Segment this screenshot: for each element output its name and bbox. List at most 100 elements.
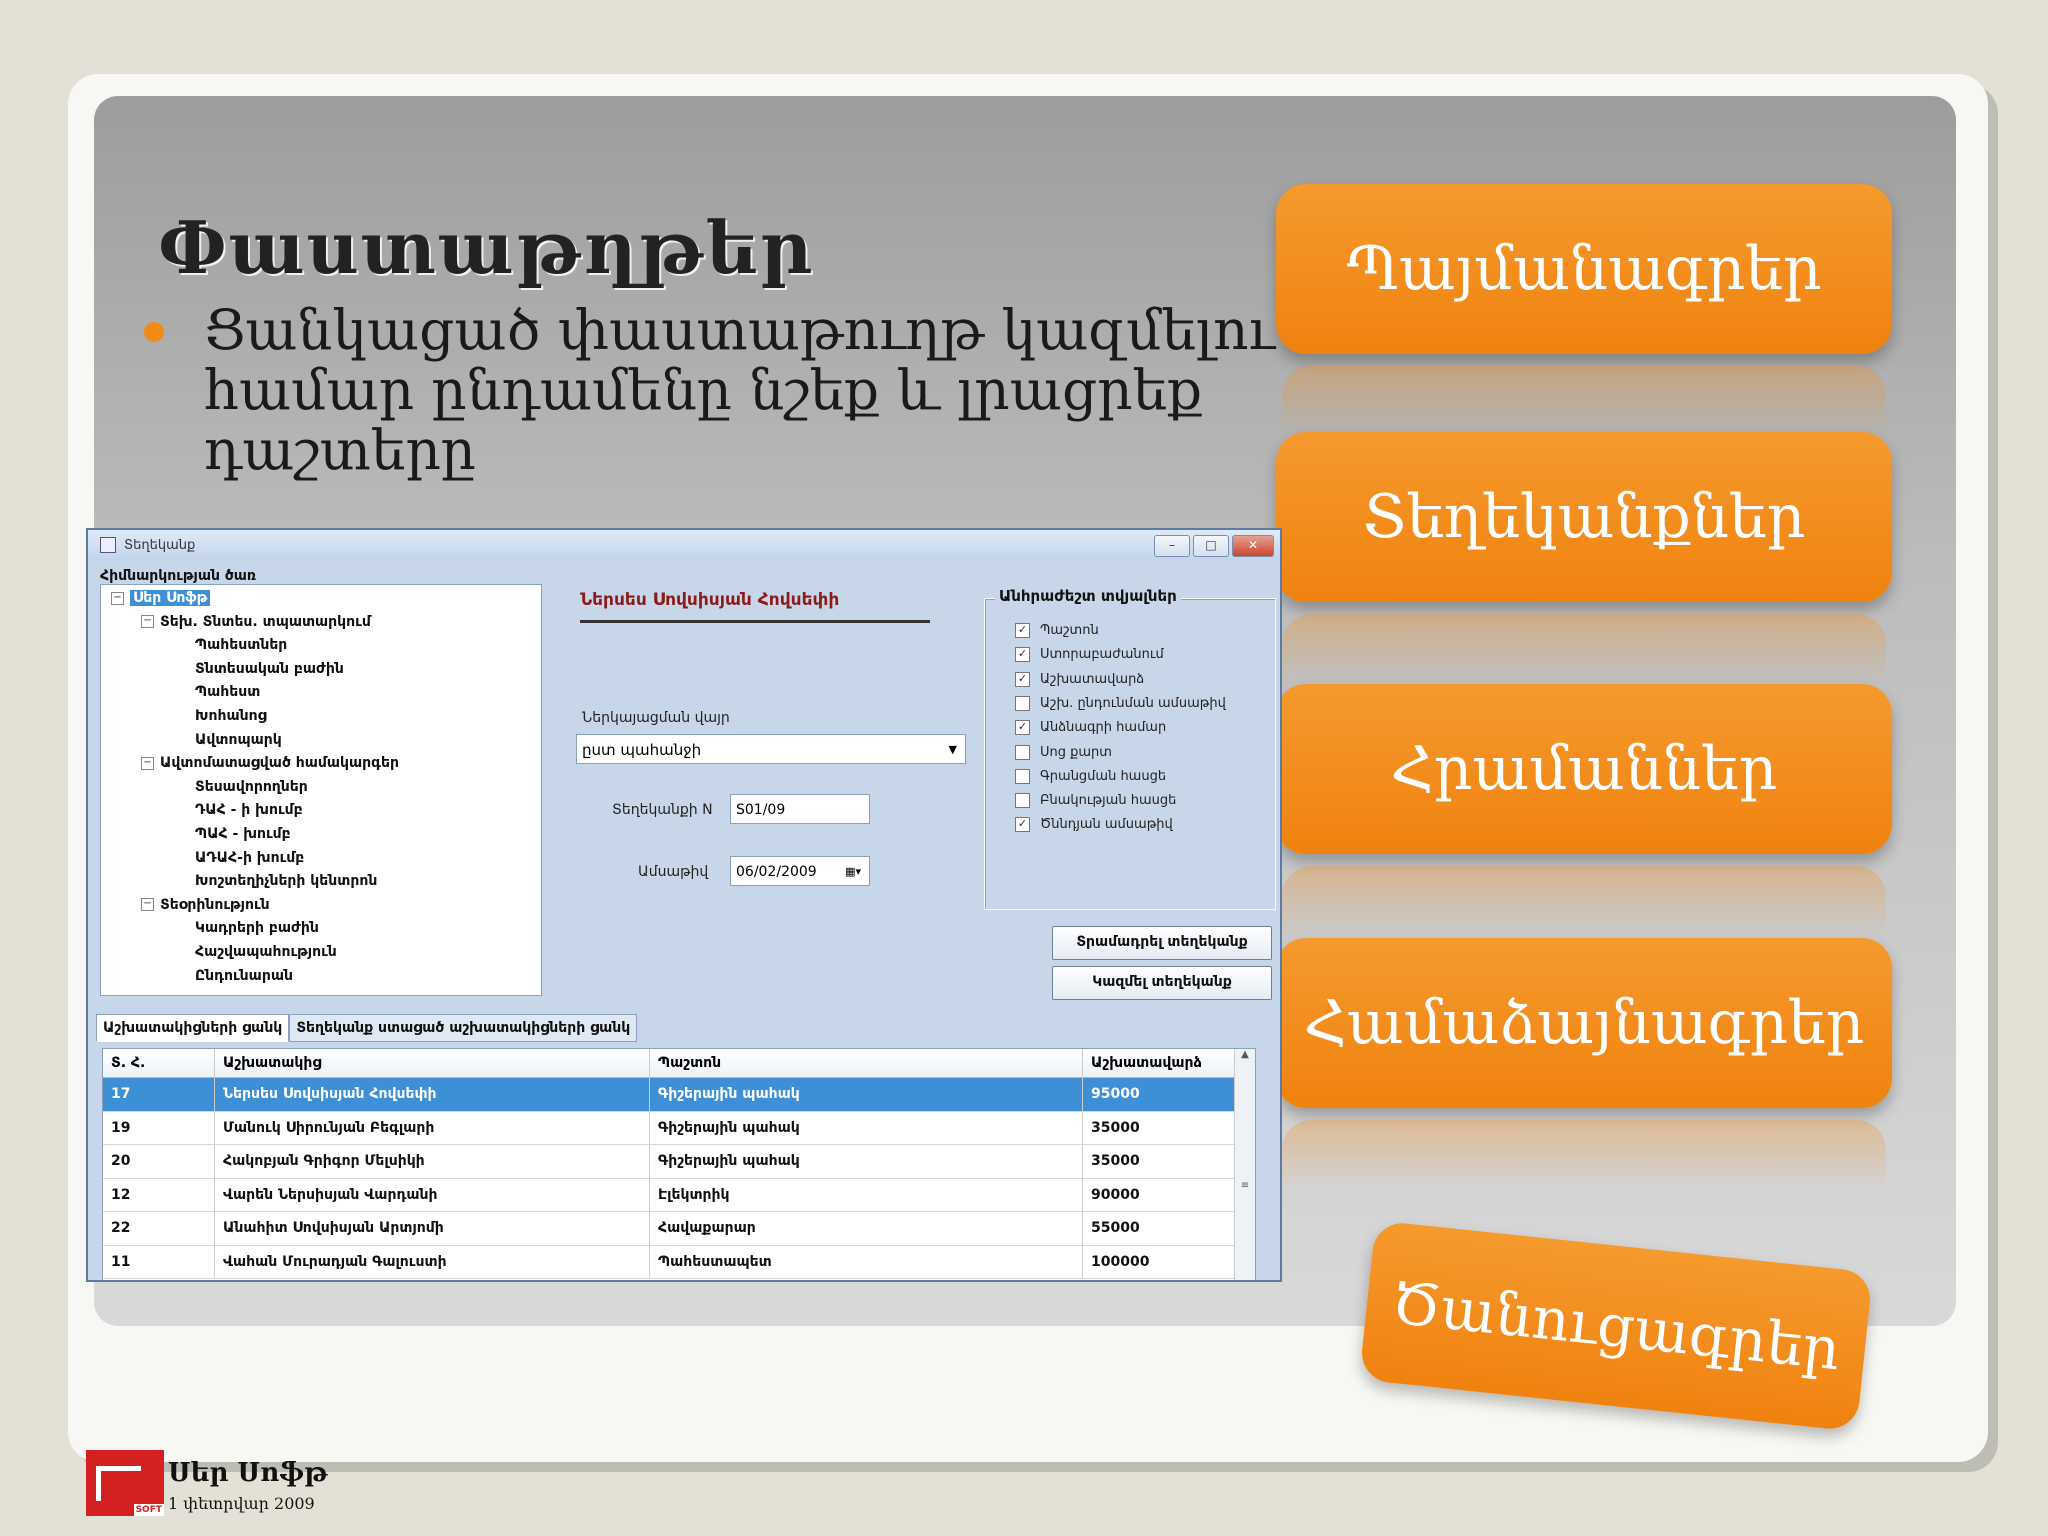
collapse-icon[interactable]: −: [111, 591, 124, 605]
table-cell: 17: [103, 1078, 215, 1111]
required-data-checkbox[interactable]: Գրանցման հասցե: [1015, 768, 1166, 784]
required-data-checkbox[interactable]: Բնակության հասցե: [1015, 793, 1176, 809]
tree-node-label: Տեխ. Տնտես. տպատարկում: [160, 613, 371, 630]
table-row[interactable]: 22 Անահիտ Սովսիսյան Արտյոմի Հավաքարար 55000: [103, 1212, 1255, 1246]
minimize-button[interactable]: –: [1154, 535, 1190, 557]
checkbox-empty-icon[interactable]: [1015, 768, 1030, 784]
tree-node[interactable]: Պահեստներ: [111, 634, 399, 658]
scroll-up-icon[interactable]: ▲: [1235, 1049, 1255, 1060]
column-header[interactable]: Աշխատակից: [215, 1049, 650, 1077]
tree-node[interactable]: Ընդունարան: [111, 965, 399, 989]
tree-node[interactable]: Կադրերի բաժին: [111, 917, 399, 941]
menu-button-certificates[interactable]: Տեղեկանքներ: [1276, 432, 1892, 602]
calendar-icon[interactable]: ▦▾: [845, 857, 861, 887]
window-titlebar[interactable]: Տեղեկանք – □ ✕: [88, 530, 1280, 560]
organization-tree[interactable]: − Սեր Սոֆթ − Տեխ. Տնտես. տպատարկում Պահեստնե…: [100, 584, 542, 996]
create-certificate-button[interactable]: Կազմել տեղեկանք: [1052, 966, 1272, 1000]
required-data-label: Անհրաժեշտ տվյալներ: [995, 587, 1181, 605]
checkbox-empty-icon[interactable]: [1015, 793, 1030, 809]
required-data-checkbox[interactable]: ✓ Աշխատավարձ: [1015, 671, 1144, 687]
maximize-button[interactable]: □: [1193, 535, 1229, 557]
table-cell: 19: [103, 1111, 215, 1144]
table-cell: 20: [103, 1145, 215, 1178]
format-select[interactable]: ըստ պահանջի ▼: [576, 734, 966, 764]
checkbox-checked-icon[interactable]: ✓: [1015, 817, 1030, 833]
checkbox-label: Ծննդյան ամսաթիվ: [1040, 817, 1173, 833]
checkbox-empty-icon[interactable]: [1015, 695, 1030, 711]
chevron-down-icon[interactable]: ▼: [949, 735, 957, 765]
table-cell: Անահիտ Սովսիսյան Արտյոմի: [215, 1212, 650, 1245]
checkbox-checked-icon[interactable]: ✓: [1015, 623, 1030, 638]
slide-title: Փաստաթղթեր: [158, 205, 815, 290]
close-button[interactable]: ✕: [1232, 535, 1274, 557]
collapse-icon[interactable]: −: [141, 756, 154, 770]
tree-node-label: Հաշվապահություն: [195, 943, 337, 960]
tree-node[interactable]: Պահեստ: [111, 681, 399, 705]
menu-button-agreements[interactable]: Համաձայնագրեր: [1276, 938, 1892, 1108]
tree-node[interactable]: − Տեօրինություն: [111, 894, 399, 918]
column-header[interactable]: Տ. Հ.: [103, 1049, 215, 1077]
table-cell: 90000: [1091, 1186, 1140, 1203]
table-cell: Հավաքարար: [650, 1212, 1083, 1245]
table-row[interactable]: 17 Ներսես Սովսիսյան Հովսեփի Գիշերային պահա…: [103, 1078, 1255, 1112]
checkbox-checked-icon[interactable]: ✓: [1015, 671, 1030, 687]
tree-node-label: Ավտոմատացված համակարգեր: [160, 755, 399, 772]
issue-certificate-button[interactable]: Տրամադրել տեղեկանք: [1052, 926, 1272, 960]
column-header[interactable]: Աշխատավարձ: [1083, 1049, 1231, 1077]
column-header[interactable]: Պաշտոն: [650, 1049, 1083, 1077]
tree-node-label: Տնտեսական բաժին: [195, 660, 344, 677]
tree-node[interactable]: ԴԱՀ - ի խումբ: [111, 799, 399, 823]
table-header: Տ. Հ. Աշխատակից Պաշտոն Աշխատավարձ: [103, 1049, 1255, 1078]
menu-button-contracts[interactable]: Պայմանագրեր: [1276, 184, 1892, 354]
table-cell: 100000: [1091, 1253, 1150, 1270]
required-data-checkbox[interactable]: Սոց քարտ: [1015, 744, 1112, 760]
date-value: 06/02/2009: [736, 864, 817, 880]
tab-employee-list[interactable]: Աշխատակիցների ցանկ: [96, 1014, 290, 1042]
tree-node[interactable]: − Սեր Սոֆթ: [111, 587, 399, 611]
tree-node-label: Խոշտեղիչների կենտրոն: [195, 873, 378, 890]
table-row[interactable]: 19 Մանուկ Սիրունյան Բեգլարի Գիշերային պահա…: [103, 1111, 1255, 1145]
bullet-dot-icon: [144, 322, 164, 342]
required-data-checkbox[interactable]: ✓ Ծննդյան ամսաթիվ: [1015, 817, 1173, 833]
table-scrollbar[interactable]: ▲ ≡: [1234, 1049, 1255, 1280]
checkbox-checked-icon[interactable]: ✓: [1015, 720, 1030, 736]
presentation-date: 1 փետրվար 2009: [168, 1494, 315, 1513]
scroll-thumb-icon[interactable]: ≡: [1235, 1180, 1255, 1191]
checkbox-checked-icon[interactable]: ✓: [1015, 647, 1030, 663]
checkbox-empty-icon[interactable]: [1015, 744, 1030, 760]
required-data-checkbox[interactable]: ✓ Անձնագրի համար: [1015, 720, 1166, 736]
tree-node[interactable]: Խոշտեղիչների կենտրոն: [111, 870, 399, 894]
table-cell: 22: [103, 1212, 215, 1245]
tree-node[interactable]: − Տեխ. Տնտես. տպատարկում: [111, 611, 399, 635]
employee-name-heading: Ներսես Սովսիսյան Հովսեփի: [580, 590, 930, 623]
required-data-group: Անհրաժեշտ տվյալներ ✓ Պաշտոն ✓ Ստորաբաժանում…: [984, 587, 1276, 910]
tree-node[interactable]: Տնտեսական բաժին: [111, 658, 399, 682]
employee-table: Տ. Հ. Աշխատակից Պաշտոն Աշխատավարձ 17 Ներս…: [102, 1048, 1256, 1280]
tree-node[interactable]: − Ավտոմատացված համակարգեր: [111, 752, 399, 776]
table-cell: Գիշերային պահակ: [650, 1078, 1083, 1111]
tab-certified-employees[interactable]: Տեղեկանք ստացած աշխատակիցների ցանկ: [289, 1014, 638, 1042]
required-data-checkbox[interactable]: Աշխ. ընդունման ամսաթիվ: [1015, 695, 1226, 711]
table-cell: Հակոբյան Գրիգոր Մելսիկի: [215, 1145, 650, 1178]
tree-node[interactable]: ՊԱՀ - խումբ: [111, 823, 399, 847]
table-row[interactable]: 20 Հակոբյան Գրիգոր Մելսիկի Գիշերային պահակ…: [103, 1145, 1255, 1179]
table-cell: 35000: [1091, 1119, 1140, 1136]
required-data-checkbox[interactable]: ✓ Ստորաբաժանում: [1015, 647, 1164, 663]
tree-node[interactable]: Խոհանոց: [111, 705, 399, 729]
tree-node[interactable]: Տեսավորողներ: [111, 776, 399, 800]
tree-node[interactable]: Ավտոպարկ: [111, 729, 399, 753]
required-data-checkbox[interactable]: ✓ Պաշտոն: [1015, 623, 1099, 638]
tree-node-label: ՊԱՀ - խումբ: [195, 825, 291, 842]
number-label: Տեղեկանքի N: [612, 802, 713, 818]
menu-button-orders[interactable]: Հրամաններ: [1276, 684, 1892, 854]
tree-node[interactable]: Հաշվապահություն: [111, 941, 399, 965]
tree-node[interactable]: ԱԴԱՀ-ի խումբ: [111, 847, 399, 871]
number-input[interactable]: S01/09: [730, 794, 870, 824]
table-row[interactable]: 12 Վարեն Ներսիսյան Վարդանի Էլեկտրիկ 90000: [103, 1178, 1255, 1212]
collapse-icon[interactable]: −: [141, 898, 154, 912]
date-picker[interactable]: 06/02/2009 ▦▾: [730, 856, 870, 886]
collapse-icon[interactable]: −: [141, 615, 154, 629]
table-cell: Էլեկտրիկ: [650, 1178, 1083, 1211]
bullet-text: Ցանկացած փաստաթուղթ կազմելու համար ընդամ…: [204, 298, 1276, 482]
table-row[interactable]: 11 Վահան Մուրադյան Գալուստի Պահեստապետ 1000…: [103, 1245, 1255, 1279]
